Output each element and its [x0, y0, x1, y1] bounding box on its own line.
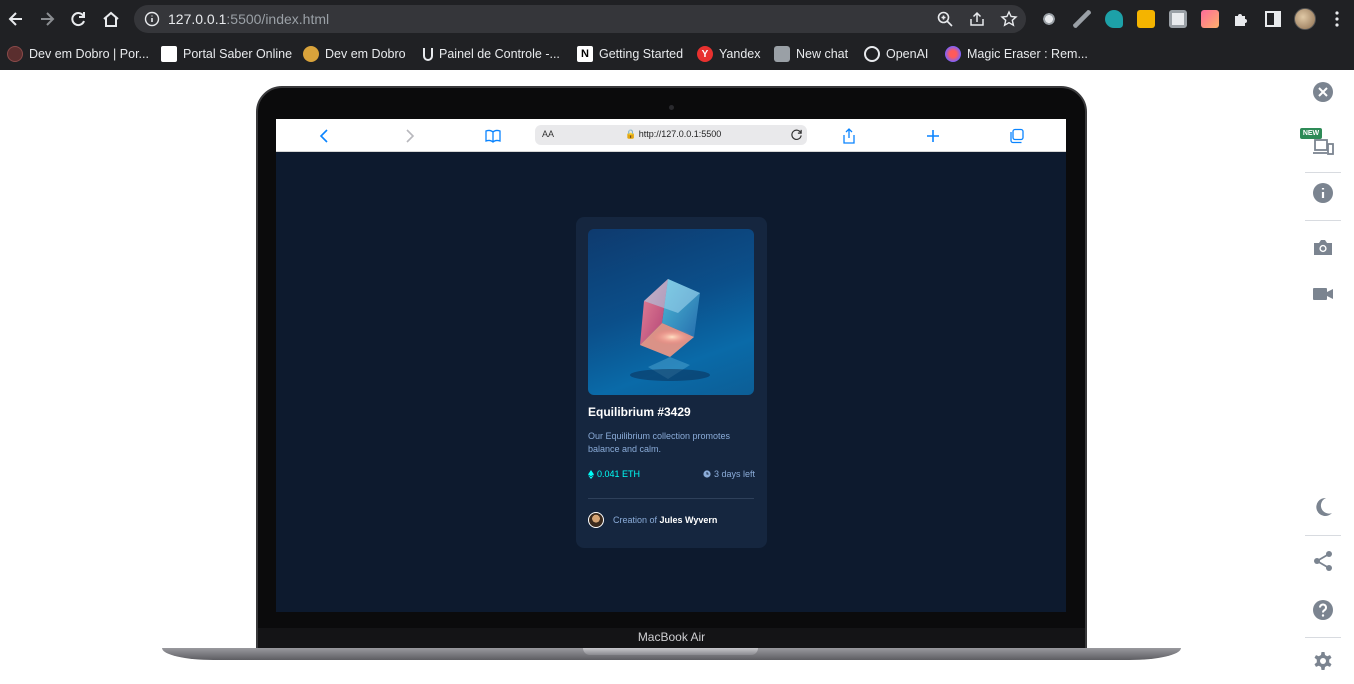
cube-illustration [630, 279, 710, 381]
safari-reload-icon[interactable] [790, 128, 803, 141]
device-label: MacBook Air [637, 630, 706, 644]
bookmark-item[interactable]: Portal Saber Online [161, 44, 292, 64]
bookmarks-bar: Dev em Dobro | Por... Portal Saber Onlin… [0, 38, 1354, 70]
zoom-icon[interactable] [936, 10, 954, 28]
bookmark-label: Yandex [719, 47, 761, 61]
notion-icon: N [577, 46, 593, 62]
bookmark-item[interactable]: Dev em Dobro | Por... [7, 44, 149, 64]
camera-screenshot-icon[interactable] [1312, 236, 1334, 258]
help-icon[interactable] [1312, 599, 1334, 621]
safari-address-bar[interactable]: AA 🔒 http://127.0.0.1:5500 [535, 125, 807, 145]
excel-extension-icon[interactable] [1169, 10, 1187, 28]
side-panel-icon[interactable] [1263, 9, 1283, 29]
url-path: :5500/index.html [226, 11, 330, 27]
close-circle-icon[interactable] [1312, 81, 1334, 103]
bookmark-label: New chat [796, 47, 849, 61]
share-icon[interactable] [968, 10, 986, 28]
bookmark-label: Dev em Dobro [325, 47, 406, 61]
yandex-icon: Y [697, 46, 713, 62]
eyedropper-extension-icon[interactable] [1073, 10, 1091, 28]
bookmark-label: Painel de Controle -... [439, 47, 560, 61]
safari-share-icon[interactable] [840, 127, 858, 145]
nft-card: Equilibrium #3429 Our Equilibrium collec… [576, 217, 767, 548]
dev-em-dobro-icon [7, 46, 23, 62]
magic-eraser-icon [945, 46, 961, 62]
creator-avatar [588, 512, 604, 528]
forward-arrow-icon[interactable] [37, 9, 57, 29]
address-bar[interactable]: 127.0.0.1:5500/index.html [134, 5, 1026, 33]
safari-bookmarks-icon[interactable] [484, 127, 502, 145]
url-host: 127.0.0.1 [168, 11, 227, 27]
settings-gear-icon[interactable] [1312, 651, 1334, 673]
bookmark-label: Magic Eraser : Rem... [967, 47, 1088, 61]
laptop-notch [583, 648, 758, 655]
creator-prefix: Creation of [613, 515, 658, 525]
bookmark-item[interactable]: Magic Eraser : Rem... [945, 44, 1088, 64]
card-description: Our Equilibrium collection promotes bala… [588, 431, 731, 454]
bookmark-label: Dev em Dobro | Por... [29, 47, 149, 61]
laptop-hinge: MacBook Air [258, 628, 1085, 648]
video-record-icon[interactable] [1312, 283, 1334, 305]
back-arrow-icon[interactable] [6, 9, 26, 29]
browser-toolbar: 127.0.0.1:5500/index.html [0, 0, 1354, 38]
card-time-left: 3 days left [703, 469, 755, 479]
safari-forward-icon[interactable] [400, 127, 418, 145]
equilibrium-image[interactable] [588, 229, 754, 395]
safari-reader-aa[interactable]: AA [542, 129, 554, 139]
bookmark-item[interactable]: OpenAI [864, 44, 928, 64]
card-price-value: 0.041 ETH [597, 469, 641, 479]
card-price: 0.041 ETH [588, 469, 640, 479]
bookmark-label: Portal Saber Online [183, 47, 293, 61]
share-nodes-icon[interactable] [1312, 550, 1334, 572]
more-menu-icon[interactable] [1328, 10, 1346, 28]
bookmark-item[interactable]: Y Yandex [697, 44, 760, 64]
webcam [669, 105, 674, 110]
device-screen: AA 🔒 http://127.0.0.1:5500 Equilibrium #… [276, 119, 1066, 612]
settings-gear-extension-icon[interactable] [1040, 10, 1058, 28]
openai-icon [864, 46, 880, 62]
clock-icon [703, 470, 711, 478]
bookmark-item[interactable]: Painel de Controle -... [423, 44, 560, 64]
painel-icon [423, 47, 433, 61]
bookmark-item[interactable]: Dev em Dobro [303, 44, 406, 64]
panel-divider [1305, 220, 1341, 221]
creator-name[interactable]: Jules Wyvern [660, 515, 718, 525]
safari-url[interactable]: 🔒 http://127.0.0.1:5500 [625, 129, 721, 140]
safari-toolbar: AA 🔒 http://127.0.0.1:5500 [276, 119, 1066, 152]
panel-divider [1305, 637, 1341, 638]
safari-url-text: http://127.0.0.1:5500 [638, 129, 722, 139]
safari-tabs-icon[interactable] [1008, 127, 1026, 145]
reload-icon[interactable] [68, 9, 88, 29]
safari-back-icon[interactable] [316, 127, 334, 145]
devices-icon[interactable] [1312, 134, 1334, 156]
folder-extension-icon[interactable] [1137, 10, 1155, 28]
puzzle-extensions-icon[interactable] [1231, 9, 1251, 29]
panel-divider [1305, 535, 1341, 536]
bookmark-label: Getting Started [599, 47, 684, 61]
info-icon[interactable] [1312, 182, 1334, 204]
bookmark-item[interactable]: New chat [774, 44, 848, 64]
bookmark-item[interactable]: N Getting Started [577, 44, 683, 64]
portal-saber-icon [161, 46, 177, 62]
ethereum-icon [588, 469, 594, 479]
safari-new-tab-icon[interactable] [924, 127, 942, 145]
bookmark-label: OpenAI [886, 47, 929, 61]
home-icon[interactable] [101, 9, 121, 29]
dark-mode-moon-icon[interactable] [1312, 496, 1334, 518]
url-text[interactable]: 127.0.0.1:5500/index.html [168, 11, 329, 27]
panel-divider [1305, 172, 1341, 173]
bird-extension-icon[interactable] [1105, 10, 1123, 28]
site-info-icon[interactable] [144, 11, 160, 27]
pink-extension-icon[interactable] [1201, 10, 1219, 28]
chatgpt-icon [774, 46, 790, 62]
card-title[interactable]: Equilibrium #3429 [588, 405, 691, 419]
bookmark-star-icon[interactable] [1000, 10, 1018, 28]
profile-avatar[interactable] [1294, 8, 1316, 30]
card-time-value: 3 days left [713, 469, 755, 479]
dev-em-dobro-coin-icon [303, 46, 319, 62]
card-creator: Creation of Jules Wyvern [613, 515, 717, 525]
card-divider [588, 498, 754, 499]
